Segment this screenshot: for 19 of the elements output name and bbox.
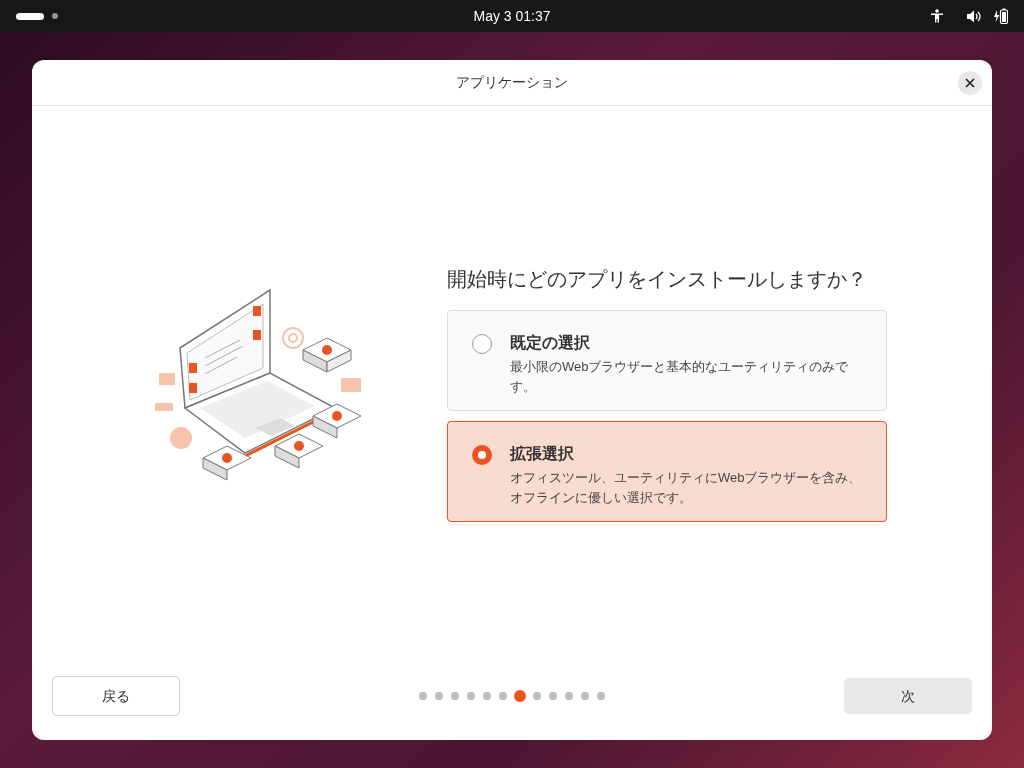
- option-title: 拡張選択: [510, 444, 575, 464]
- next-button[interactable]: 次: [844, 678, 972, 714]
- radio-button[interactable]: [472, 445, 492, 465]
- option-card[interactable]: 拡張選択 オフィスツール、ユーティリティにWebブラウザーを含み、オフラインに優しい選択です。: [447, 421, 887, 522]
- close-icon: [965, 78, 975, 88]
- accessibility-icon[interactable]: [931, 9, 943, 23]
- option-card[interactable]: 既定の選択 最小限のWebブラウザーと基本的なユーティリティのみです。: [447, 310, 887, 411]
- question-heading: 開始時にどのアプリをインストールしますか？: [447, 267, 868, 292]
- back-button[interactable]: 戻る: [52, 676, 180, 716]
- dialog-title: アプリケーション: [456, 73, 568, 92]
- battery-icon[interactable]: [994, 8, 1008, 24]
- option-description: オフィスツール、ユーティリティにWebブラウザーを含み、オフラインに優しい選択です。: [510, 469, 863, 507]
- close-button[interactable]: [958, 71, 982, 95]
- workspace-indicator-icon[interactable]: [16, 12, 44, 20]
- clock[interactable]: May 3 01:37: [473, 6, 551, 26]
- option-title: 既定の選択: [510, 333, 591, 353]
- radio-button[interactable]: [472, 334, 492, 354]
- volume-icon[interactable]: [967, 9, 982, 23]
- option-description: 最小限のWebブラウザーと基本的なユーティリティのみです。: [510, 358, 850, 396]
